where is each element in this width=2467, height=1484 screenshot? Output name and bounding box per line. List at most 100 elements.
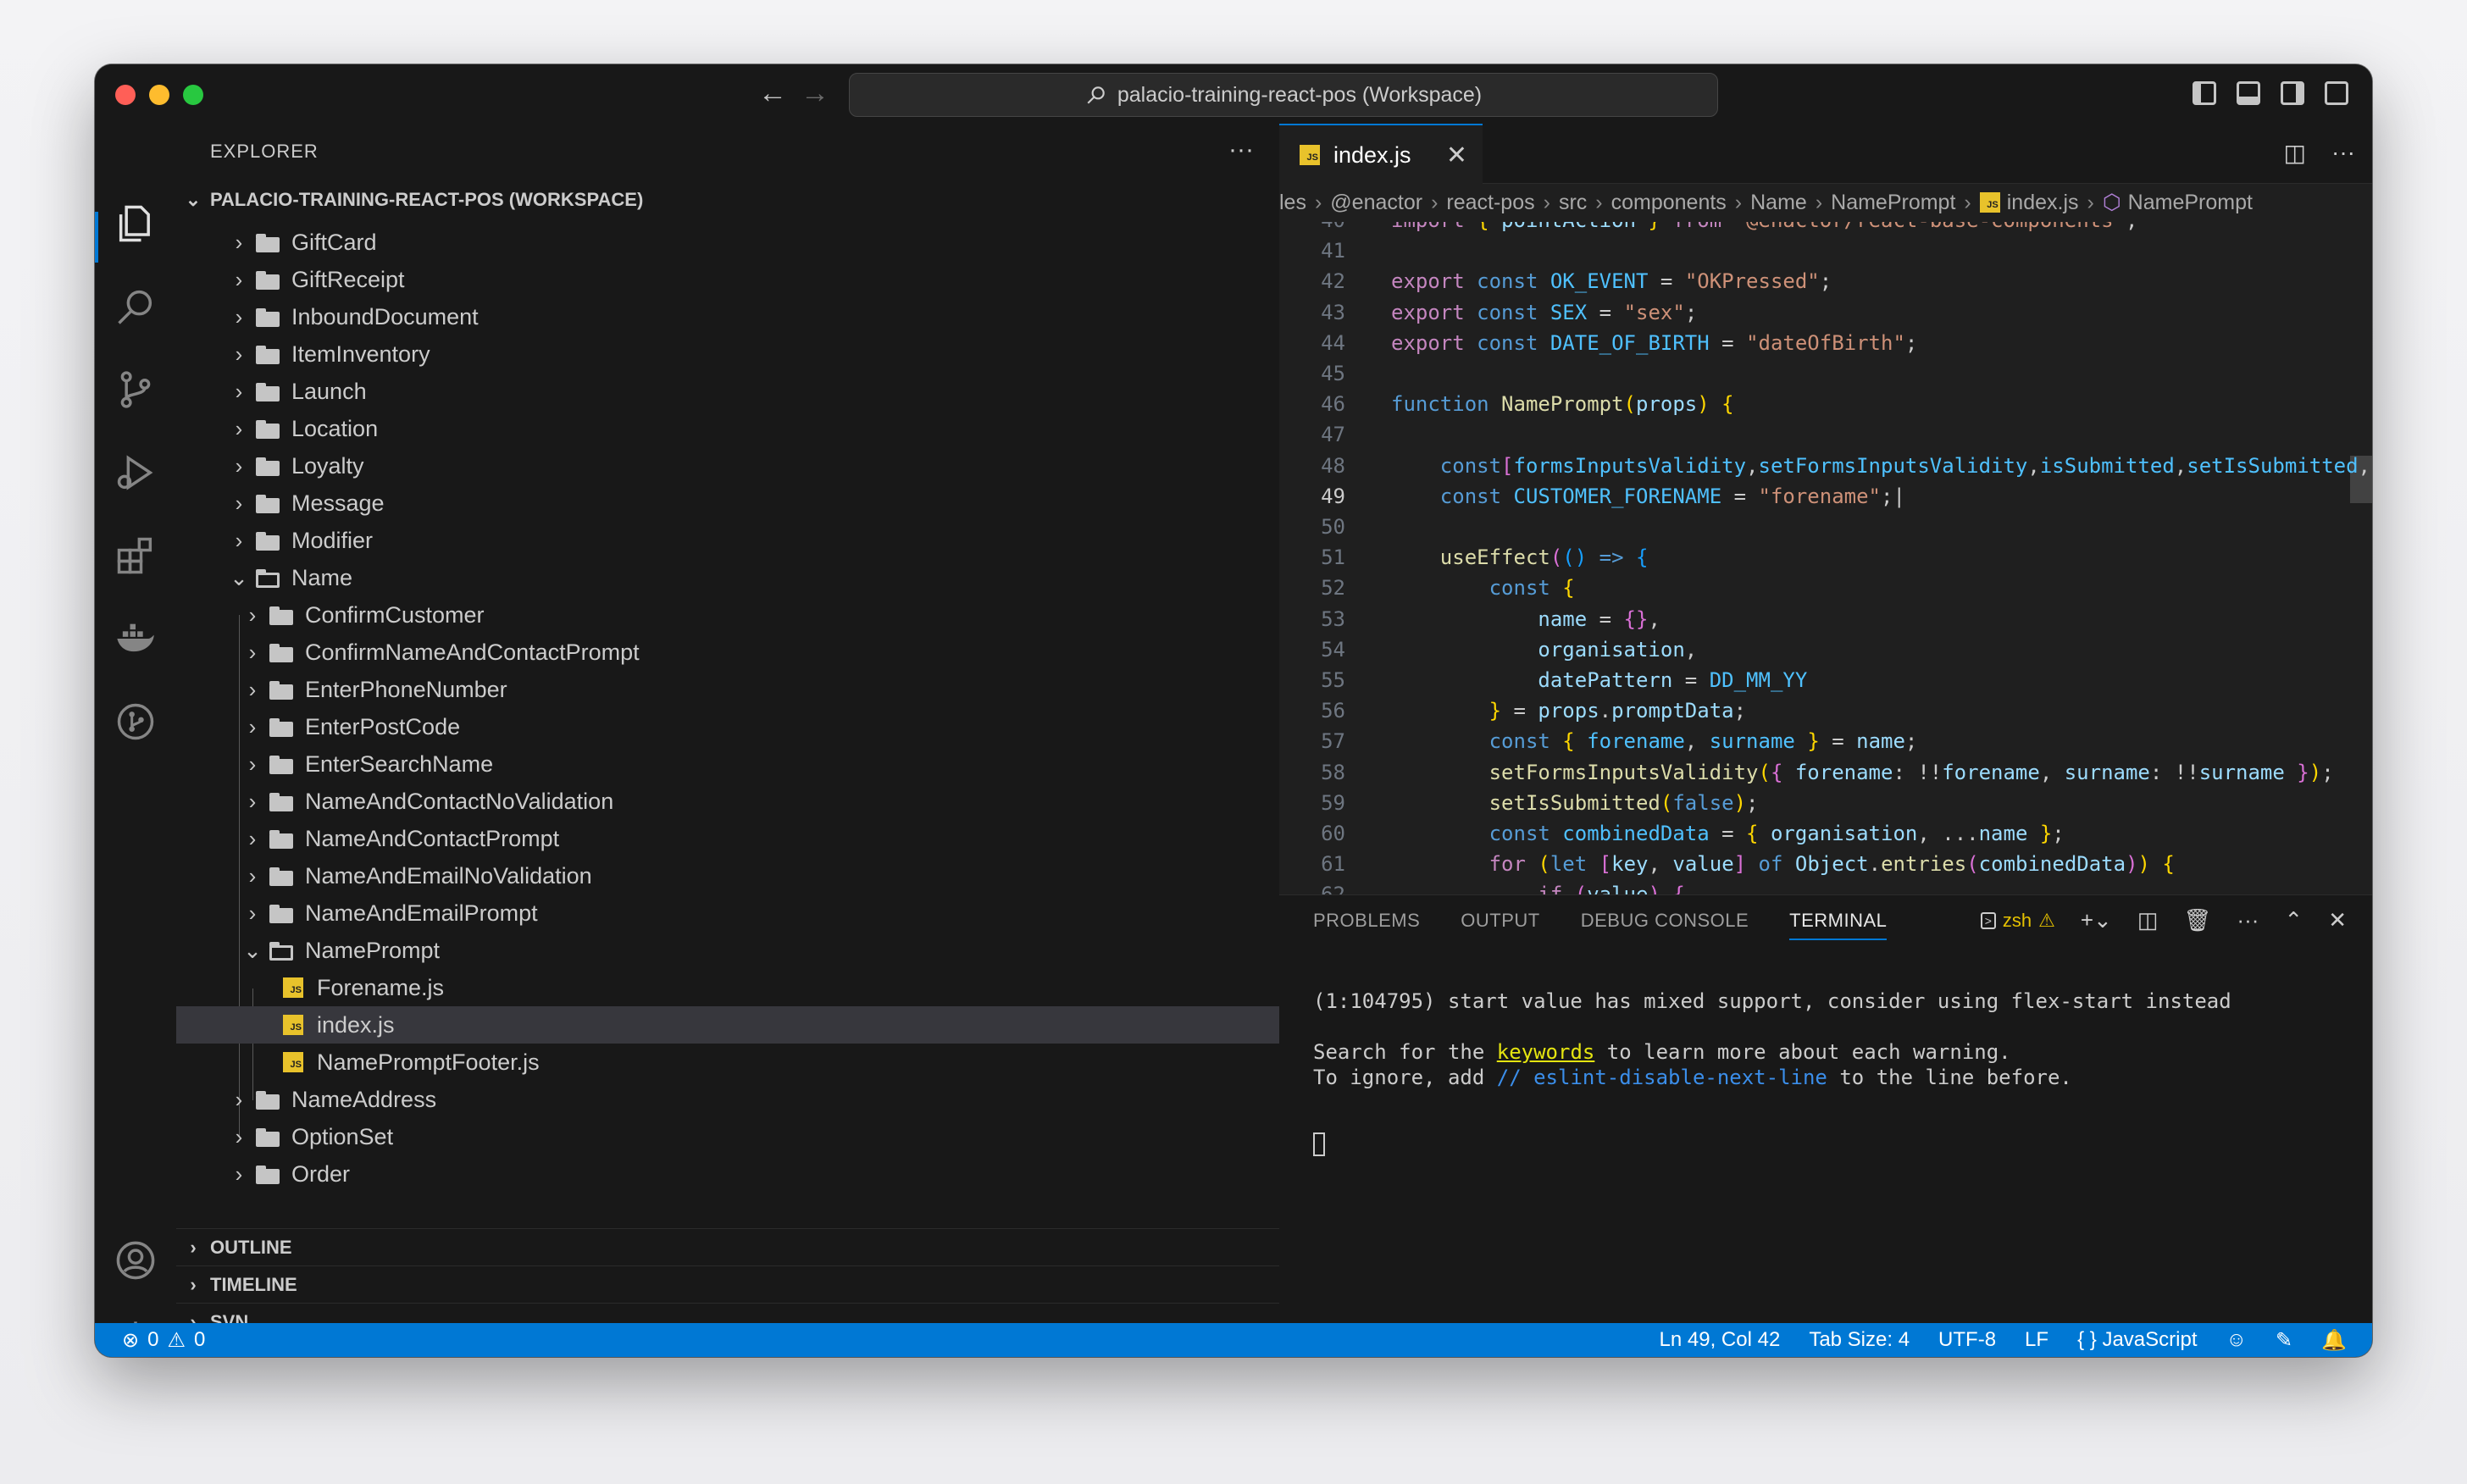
code-line[interactable]: 57 const { forename, surname } = name; (1279, 726, 2372, 756)
code-line[interactable]: 49 const CUSTOMER_FORENAME = "forename";… (1279, 481, 2372, 512)
code-line[interactable]: 50 (1279, 512, 2372, 542)
source-control-icon[interactable] (114, 368, 158, 412)
code-line[interactable]: 56 } = props.promptData; (1279, 695, 2372, 726)
breadcrumb-item[interactable]: les (1279, 191, 1306, 215)
customize-layout-icon[interactable] (2325, 81, 2348, 105)
docker-icon[interactable] (114, 617, 158, 661)
accounts-icon[interactable] (114, 1238, 158, 1282)
code-line[interactable]: 41 (1279, 235, 2372, 266)
code-line[interactable]: 43 export const SEX = "sex"; (1279, 297, 2372, 328)
split-terminal-icon[interactable]: ◫ (2137, 907, 2159, 933)
end-of-line[interactable]: LF (2025, 1328, 2048, 1352)
tree-folder[interactable]: › NameAndEmailNoValidation (176, 857, 1279, 894)
code-line[interactable]: 54 organisation, (1279, 634, 2372, 665)
command-center-search[interactable]: palacio-training-react-pos (Workspace) (849, 73, 1718, 117)
close-tab-icon[interactable]: ✕ (1446, 141, 1467, 170)
tree-folder[interactable]: › NameAndContactPrompt (176, 820, 1279, 857)
tree-folder[interactable]: › ConfirmNameAndContactPrompt (176, 634, 1279, 671)
workspace-header[interactable]: ⌄ PALACIO-TRAINING-REACT-POS (WORKSPACE) (176, 183, 1279, 217)
close-window-button[interactable] (115, 85, 136, 105)
tree-folder[interactable]: ⌄ NamePrompt (176, 932, 1279, 969)
code-line[interactable]: 58 setFormsInputsValidity({ forename: !!… (1279, 757, 2372, 788)
tree-folder[interactable]: › Location (176, 410, 1279, 447)
tree-folder[interactable]: › Message (176, 485, 1279, 522)
svn-section[interactable]: › SVN (176, 1303, 1279, 1323)
tree-folder[interactable]: › NameAndContactNoValidation (176, 783, 1279, 820)
timeline-section[interactable]: › TIMELINE (176, 1265, 1279, 1304)
tree-file[interactable]: JS index.js (176, 1006, 1279, 1044)
tree-folder[interactable]: › GiftReceipt (176, 261, 1279, 298)
code-line[interactable]: 59 setIsSubmitted(false); (1279, 788, 2372, 818)
tab-index-js[interactable]: JS index.js ✕ (1279, 124, 1483, 185)
code-line[interactable]: 53 name = {}, (1279, 604, 2372, 634)
more-actions-icon[interactable]: ··· (2237, 907, 2259, 933)
tree-folder[interactable]: › NameAndEmailPrompt (176, 894, 1279, 932)
breadcrumb-item[interactable]: Name (1750, 191, 1807, 215)
breadcrumb-item[interactable]: index.js (2007, 191, 2079, 215)
close-panel-icon[interactable]: ✕ (2328, 907, 2347, 933)
tab-size[interactable]: Tab Size: 4 (1809, 1328, 1910, 1352)
tree-folder[interactable]: › Loyalty (176, 447, 1279, 485)
tree-folder[interactable]: ⌄ Name (176, 559, 1279, 596)
tab-debug-console[interactable]: DEBUG CONSOLE (1581, 910, 1749, 932)
breadcrumb-item[interactable]: NamePrompt (1831, 191, 1955, 215)
forward-arrow-icon[interactable]: → (798, 76, 832, 110)
outline-section[interactable]: › OUTLINE (176, 1228, 1279, 1266)
tree-folder[interactable]: › Modifier (176, 522, 1279, 559)
more-actions-icon[interactable]: ··· (2331, 139, 2355, 167)
extensions-icon[interactable] (114, 534, 158, 578)
tree-folder[interactable]: › InboundDocument (176, 298, 1279, 335)
tree-folder[interactable]: › Launch (176, 373, 1279, 410)
toggle-secondary-sidebar-icon[interactable] (2281, 81, 2304, 105)
git-graph-icon[interactable] (114, 700, 158, 744)
code-line[interactable]: 47 (1279, 419, 2372, 450)
maximize-panel-icon[interactable]: ⌃ (2284, 907, 2303, 933)
code-line[interactable]: 52 const { (1279, 573, 2372, 603)
tree-file[interactable]: JS NamePromptFooter.js (176, 1044, 1279, 1081)
tree-folder[interactable]: › NameAddress (176, 1081, 1279, 1118)
new-terminal-icon[interactable]: +⌄ (2081, 907, 2112, 933)
terminal-shell-selector[interactable]: > zsh ⚠ (1980, 910, 2055, 932)
feedback-icon[interactable]: ✎ (2276, 1328, 2292, 1353)
split-editor-icon[interactable]: ◫ (2284, 139, 2306, 167)
code-line[interactable]: 44 export const DATE_OF_BIRTH = "dateOfBi… (1279, 328, 2372, 358)
toggle-panel-icon[interactable] (2237, 81, 2260, 105)
bell-icon[interactable]: 🔔 (2321, 1328, 2347, 1353)
keywords-link[interactable]: keywords (1497, 1040, 1595, 1064)
tree-folder[interactable]: › EnterPostCode (176, 708, 1279, 745)
more-actions-icon[interactable]: ··· (1228, 136, 1254, 164)
tab-output[interactable]: OUTPUT (1461, 910, 1539, 932)
breadcrumb-item[interactable]: react-pos (1446, 191, 1534, 215)
tree-folder[interactable]: › GiftCard (176, 224, 1279, 261)
terminal-output[interactable]: (1:104795) start value has mixed support… (1313, 988, 2347, 1090)
code-line[interactable]: 55 datePattern = DD_MM_YY (1279, 665, 2372, 695)
code-line[interactable]: 61 for (let [key, value] of Object.entri… (1279, 849, 2372, 879)
code-line[interactable]: 40 import { pointAction } from "@enactor/… (1279, 222, 2372, 235)
breadcrumb-item[interactable]: NamePrompt (2128, 191, 2253, 215)
maximize-window-button[interactable] (183, 85, 203, 105)
encoding[interactable]: UTF-8 (1938, 1328, 1996, 1352)
code-line[interactable]: 60 const combinedData = { organisation, … (1279, 818, 2372, 849)
language-mode[interactable]: { } JavaScript (2077, 1328, 2197, 1352)
code-line[interactable]: 51 useEffect(() => { (1279, 542, 2372, 573)
problems-status[interactable]: ⊗ 0 ⚠ 0 (122, 1323, 205, 1357)
breadcrumb-item[interactable]: components (1611, 191, 1727, 215)
copilot-icon[interactable]: ☺ (2226, 1328, 2247, 1352)
breadcrumb-item[interactable]: src (1559, 191, 1587, 215)
tab-problems[interactable]: PROBLEMS (1313, 910, 1420, 932)
code-editor[interactable]: 40 import { pointAction } from "@enactor/… (1279, 222, 2372, 894)
search-icon[interactable] (114, 285, 158, 329)
tab-terminal[interactable]: TERMINAL (1789, 910, 1888, 940)
tree-folder[interactable]: › Order (176, 1155, 1279, 1193)
toggle-primary-sidebar-icon[interactable] (2193, 81, 2216, 105)
minimize-window-button[interactable] (149, 85, 169, 105)
cursor-position[interactable]: Ln 49, Col 42 (1660, 1328, 1781, 1352)
tree-folder[interactable]: › EnterPhoneNumber (176, 671, 1279, 708)
tree-folder[interactable]: › ItemInventory (176, 335, 1279, 373)
code-line[interactable]: 48 const[formsInputsValidity,setFormsInp… (1279, 451, 2372, 481)
explorer-icon[interactable] (114, 202, 158, 246)
code-line[interactable]: 42 export const OK_EVENT = "OKPressed"; (1279, 266, 2372, 296)
run-debug-icon[interactable] (114, 451, 158, 495)
breadcrumb-item[interactable]: @enactor (1330, 191, 1422, 215)
tree-folder[interactable]: › ConfirmCustomer (176, 596, 1279, 634)
